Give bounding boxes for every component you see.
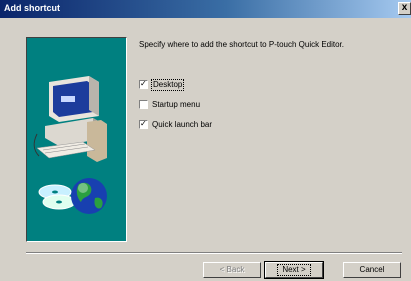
checkbox-startup-menu[interactable]: [139, 100, 148, 109]
computer-illustration: [33, 76, 107, 214]
back-button[interactable]: < Back: [203, 262, 261, 278]
option-desktop-label[interactable]: Desktop: [151, 79, 185, 91]
dialog-title: Add shortcut: [4, 3, 60, 13]
button-separator: [26, 252, 402, 254]
option-startup-menu-label[interactable]: Startup menu: [152, 100, 200, 110]
cancel-button[interactable]: Cancel: [343, 262, 401, 278]
checkbox-desktop[interactable]: ✓: [139, 79, 148, 89]
option-quick-launch-bar-label[interactable]: Quick launch bar: [152, 120, 212, 130]
checkbox-checked-icon: ✓: [140, 79, 147, 88]
next-button[interactable]: Next >: [264, 261, 324, 279]
next-button-label: Next >: [277, 264, 311, 276]
checkbox-checked-icon: ✓: [140, 119, 147, 128]
instruction-text: Specify where to add the shortcut to P-t…: [139, 40, 344, 49]
checkbox-quick-launch-bar[interactable]: ✓: [139, 119, 148, 129]
title-bar[interactable]: Add shortcut x: [0, 0, 411, 18]
wizard-illustration: [26, 37, 127, 242]
add-shortcut-dialog: Add shortcut x Specify where to add the …: [0, 0, 411, 281]
close-icon[interactable]: x: [398, 2, 411, 15]
